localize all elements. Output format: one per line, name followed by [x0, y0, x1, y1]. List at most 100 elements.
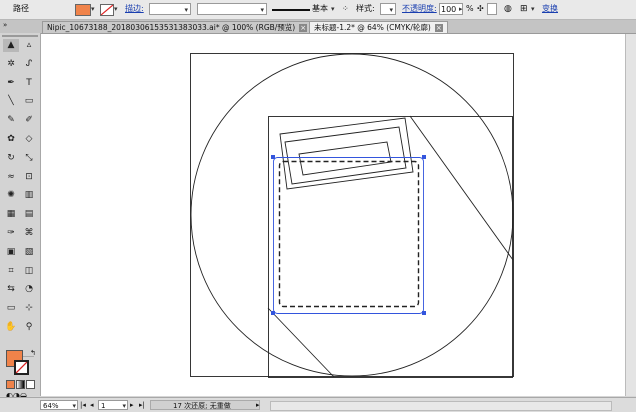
opacity-link[interactable]: 不透明度:	[402, 3, 437, 15]
hand-tool-icon[interactable]: ✋	[3, 321, 19, 334]
free-transform-tool-icon[interactable]: ⊡	[21, 171, 37, 184]
blob-brush-tool-icon[interactable]: ✿	[3, 133, 19, 146]
control-bar: 路径 ▾ ▾ 描边: ▾ ▾ 基本 ▾ ⁘ 样式: ▾ 不透明度: 100 ▸ …	[0, 0, 636, 20]
tab-label: 未标题-1.2* @ 64% (CMYK/轮廓)	[314, 23, 431, 32]
pen-tool-icon[interactable]: ✒	[3, 77, 19, 90]
graphic-style-icon[interactable]: ⁘	[342, 3, 349, 15]
stroke-width-arrow-icon[interactable]: ▾	[184, 4, 188, 16]
square-frame	[268, 116, 513, 378]
selection-tool-icon[interactable]: ▲	[3, 39, 19, 52]
slice-tool-icon[interactable]: ◫	[21, 265, 37, 278]
zoom-value: 64%	[43, 402, 59, 410]
brush-dropdown-icon[interactable]: ▾	[331, 3, 335, 15]
close-icon[interactable]: ×	[299, 24, 308, 32]
gradient-mode-icon[interactable]	[16, 380, 25, 389]
align-grid-icon[interactable]: ⊞	[520, 3, 528, 15]
opacity-value: 100	[441, 5, 457, 14]
panel-collapse-icon[interactable]: »	[3, 21, 7, 29]
stroke-color-box[interactable]	[14, 360, 29, 375]
stroke-width-field[interactable]: ▾	[149, 3, 191, 15]
brush-label: 基本	[312, 4, 328, 13]
previous-artboard-icon[interactable]: ◂	[90, 400, 94, 410]
perspective-grid-tool-icon[interactable]: ⊹	[21, 302, 37, 315]
opacity-unit: %	[466, 4, 474, 13]
swap-colors-icon[interactable]: ↰	[30, 349, 36, 357]
status-message[interactable]: 17 次还原; 无重做	[150, 400, 260, 410]
zoom-field[interactable]: 64% ▾	[40, 400, 78, 410]
blend-tool-icon[interactable]: ⌘	[21, 227, 37, 240]
transform-link[interactable]: 变换	[542, 3, 558, 15]
style-label: 样式:	[356, 4, 375, 13]
pencil-tool-icon[interactable]: ✐	[21, 114, 37, 127]
status-bar: 64% ▾ |◂ ◂ 1 ▾ ▸ ▸| 17 次还原; 无重做 ▸	[0, 397, 636, 412]
artboard-frame	[190, 53, 514, 377]
fill-swatch[interactable]	[75, 4, 91, 16]
style-arrow-icon: ▾	[389, 6, 393, 14]
stroke-link[interactable]: 描边:	[125, 3, 144, 15]
document-tab-bar: » Nipic_10673188_20180306153531383033.ai…	[0, 20, 636, 34]
live-paint-tool-icon[interactable]: ▣	[3, 246, 19, 259]
tag-group	[279, 117, 414, 190]
fill-dropdown-icon[interactable]: ▾	[91, 3, 95, 15]
line-tool-icon[interactable]: ╲	[3, 95, 19, 108]
crop-tool-icon[interactable]: ⌗	[3, 265, 19, 278]
stroke-swatch[interactable]	[100, 4, 114, 16]
none-stroke-icon	[100, 4, 114, 16]
opacity-arrow-icon[interactable]: ▸	[459, 3, 463, 15]
status-text: 17 次还原; 无重做	[173, 402, 231, 410]
stroke-dropdown-icon[interactable]: ▾	[114, 3, 118, 15]
align-dropdown-icon[interactable]: ▾	[531, 3, 535, 15]
none-mode-icon[interactable]	[26, 380, 35, 389]
vertical-scrollbar[interactable]	[625, 34, 636, 396]
tab-untitled-document[interactable]: 未标题-1.2* @ 64% (CMYK/轮廓) ×	[309, 21, 448, 33]
recolor-icon[interactable]: ✣	[477, 3, 484, 15]
color-mode-icon[interactable]	[6, 380, 15, 389]
diagonal-line-left	[267, 307, 335, 378]
outer-circle	[190, 53, 514, 377]
panel-grip[interactable]	[2, 35, 38, 37]
scale-tool-icon[interactable]: ⤡	[21, 152, 37, 165]
first-artboard-icon[interactable]: |◂	[80, 400, 86, 410]
mesh-tool-icon[interactable]: ▦	[3, 208, 19, 221]
direct-selection-tool-icon[interactable]: ▵	[21, 39, 37, 52]
variable-width-arrow-icon[interactable]: ▾	[260, 4, 264, 16]
artwork-outline	[190, 53, 514, 378]
artboard-number-field[interactable]: 1 ▾	[98, 400, 128, 410]
shape-builder-tool-icon[interactable]: ◔	[21, 283, 37, 296]
eraser-tool-icon[interactable]: ◇	[21, 133, 37, 146]
none-stroke-icon	[15, 361, 28, 374]
align-dropdown[interactable]	[487, 3, 497, 15]
artboard-tool-icon[interactable]: ▭	[3, 302, 19, 315]
lasso-tool-icon[interactable]: ᔑ	[21, 58, 37, 71]
globe-icon[interactable]: ◍	[504, 3, 512, 15]
last-artboard-icon[interactable]: ▸|	[139, 400, 145, 410]
symbol-sprayer-tool-icon[interactable]: ✺	[3, 189, 19, 202]
eyedropper-tool-icon[interactable]: ✑	[3, 227, 19, 240]
next-artboard-icon[interactable]: ▸	[130, 400, 134, 410]
style-dropdown[interactable]: ▾	[380, 3, 396, 15]
close-icon[interactable]: ×	[434, 24, 443, 32]
live-paint-selection-tool-icon[interactable]: ▧	[21, 246, 37, 259]
horizontal-scrollbar[interactable]	[270, 401, 612, 411]
tab-label: Nipic_10673188_20180306153531383033.ai* …	[47, 23, 296, 32]
column-graph-tool-icon[interactable]: ▥	[21, 189, 37, 202]
rotate-tool-icon[interactable]: ↻	[3, 152, 19, 165]
magic-wand-tool-icon[interactable]: ✲	[3, 58, 19, 71]
warp-tool-icon[interactable]: ≈	[3, 171, 19, 184]
zoom-tool-icon[interactable]: ⚲	[21, 321, 37, 334]
type-tool-icon[interactable]: T	[21, 77, 37, 90]
variable-width-dropdown[interactable]: ▾	[197, 3, 267, 15]
artboard-arrow-icon: ▾	[122, 402, 126, 410]
brush-line-preview	[272, 3, 310, 11]
tools-panel: ▲ ▵ ✲ ᔑ ✒ T ╲ ▭ ✎ ✐ ✿ ◇ ↻ ⤡ ≈ ⊡ ✺ ▥ ▦ ▤ ✑ ⌘ ▣ ▧ ⌗ ◫ ⇆ ◔ ▭ ⊹ ✋ ⚲ ↰ ◐◑◒	[0, 33, 41, 400]
status-menu-icon[interactable]: ▸	[256, 400, 260, 410]
paintbrush-tool-icon[interactable]: ✎	[3, 114, 19, 127]
width-tool-icon[interactable]: ⇆	[3, 283, 19, 296]
artboard-canvas[interactable]	[41, 34, 625, 396]
artboard-number: 1	[101, 402, 106, 410]
tab-nipic-document[interactable]: Nipic_10673188_20180306153531383033.ai* …	[42, 21, 313, 33]
object-type-label: 路径	[13, 4, 29, 13]
diagonal-line-right	[409, 115, 514, 261]
gradient-tool-icon[interactable]: ▤	[21, 208, 37, 221]
rectangle-tool-icon[interactable]: ▭	[21, 95, 37, 108]
